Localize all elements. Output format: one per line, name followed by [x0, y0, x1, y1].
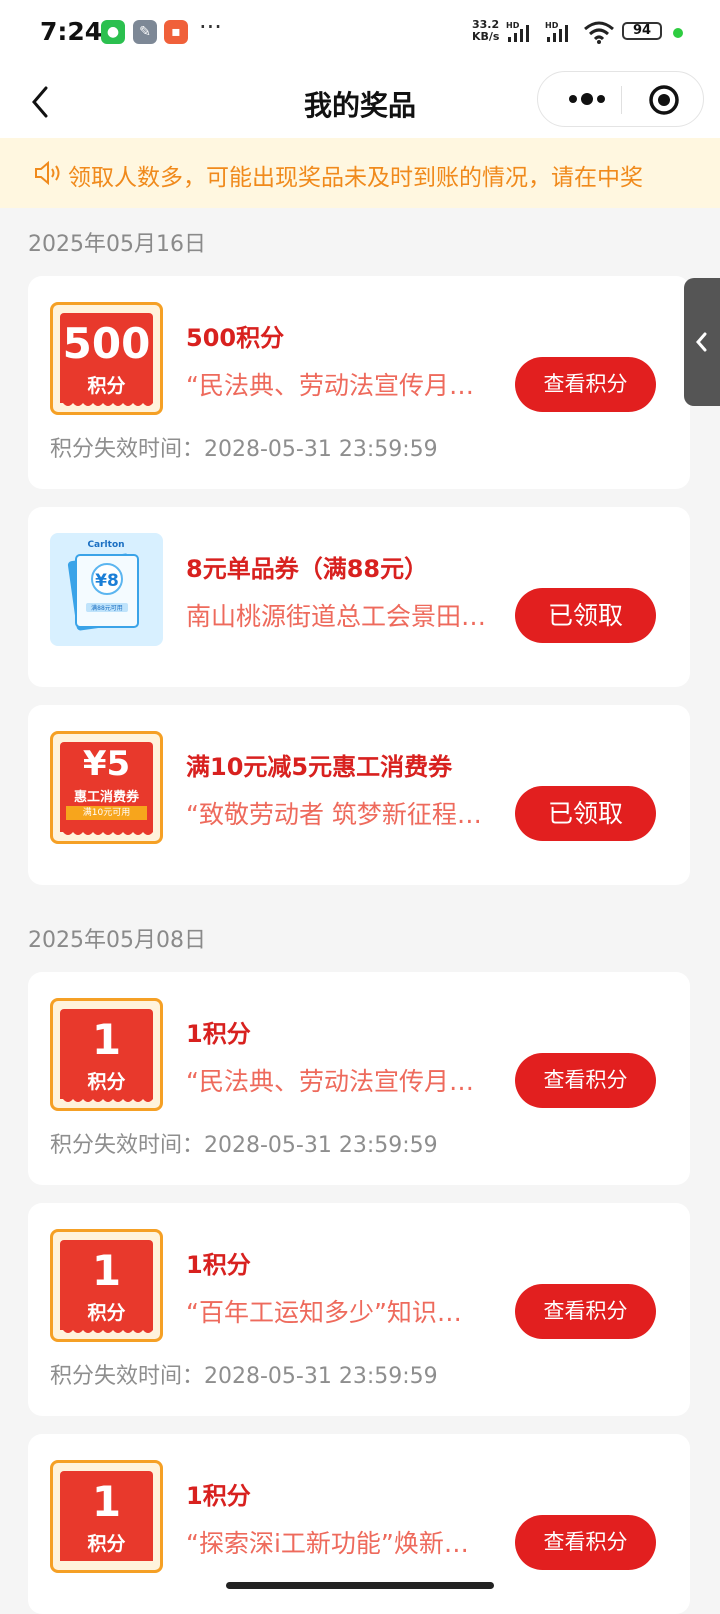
coupon-image: Carlton ¥8 满88元可用: [50, 533, 163, 646]
view-points-button[interactable]: 查看积分: [515, 357, 656, 412]
more-dots-icon[interactable]: [563, 87, 611, 111]
prize-title: 1积分: [186, 1251, 251, 1279]
battery-icon: 94: [622, 22, 662, 40]
app-icon: ▪: [164, 20, 188, 44]
scallop-edge: [60, 399, 153, 406]
net-speed: 33.2 KB/s: [472, 19, 499, 43]
badge-number: 1: [91, 1015, 122, 1064]
badge-number: 1: [91, 1246, 122, 1295]
badge-unit: 惠工消费券: [73, 790, 139, 805]
nav-bar: 我的奖品: [0, 66, 720, 138]
notice-text: 领取人数多，可能出现奖品未及时到账的情况，请在中奖: [68, 165, 643, 191]
coupon-illustration: Carlton ¥8 满88元可用: [67, 540, 139, 631]
badge-unit: 积分: [87, 1071, 126, 1093]
badge-number: ¥5: [82, 744, 131, 784]
status-time: 7:24: [40, 17, 103, 46]
expiry-text: 积分失效时间：2028-05-31 23:59:59: [50, 437, 438, 462]
prize-card: Carlton ¥8 满88元可用 8元单品券（满88元） 南山桃源街道总工会景…: [28, 507, 690, 687]
badge-number: 1: [91, 1477, 122, 1526]
signal-1-label: HD: [506, 21, 520, 30]
speaker-icon: [35, 160, 60, 186]
prize-title: 1积分: [186, 1482, 251, 1510]
badge-number: 500: [62, 319, 151, 368]
capsule-divider: [621, 86, 622, 114]
scallop-edge: [60, 1326, 153, 1333]
points-badge: 1 积分: [50, 998, 163, 1111]
claimed-button[interactable]: 已领取: [515, 588, 656, 643]
status-more-icon: ···: [199, 13, 222, 41]
badge-unit: 积分: [87, 375, 126, 397]
prize-card: 1 积分 1积分 “百年工运知多少”知识… 查看积分 积分失效时间：2028-0…: [28, 1203, 690, 1416]
prize-source: “民法典、劳动法宣传月…: [186, 371, 474, 400]
net-speed-unit: KB/s: [472, 30, 500, 43]
view-points-button[interactable]: 查看积分: [515, 1515, 656, 1570]
prize-card: 500 积分 500积分 “民法典、劳动法宣传月… 查看积分 积分失效时间：20…: [28, 276, 690, 489]
view-points-button[interactable]: 查看积分: [515, 1053, 656, 1108]
coupon-value: ¥8: [95, 571, 119, 591]
mini-program-capsule: [537, 71, 704, 127]
privacy-dot: [673, 28, 683, 38]
prize-card: ¥5 惠工消费券 满10元可用 满10元减5元惠工消费券 “致敬劳动者 筑梦新征…: [28, 705, 690, 885]
wechat-icon: ●: [101, 20, 125, 44]
date-header: 2025年05月16日: [28, 232, 206, 257]
chevron-left-icon: [696, 332, 707, 352]
signal-2-label: HD: [545, 21, 559, 30]
badge-note: 满10元可用: [66, 806, 147, 820]
expiry-text: 积分失效时间：2028-05-31 23:59:59: [50, 1133, 438, 1158]
expiry-text: 积分失效时间：2028-05-31 23:59:59: [50, 1364, 438, 1389]
prize-title: 500积分: [186, 324, 285, 352]
prize-title: 1积分: [186, 1020, 251, 1048]
badge-unit: 积分: [87, 1533, 126, 1555]
wrench-icon: ✎: [133, 20, 157, 44]
date-header: 2025年05月08日: [28, 928, 206, 953]
scallop-edge: [60, 828, 153, 835]
coupon-footer: 满88元可用: [91, 604, 123, 612]
points-badge: 1 积分: [50, 1460, 163, 1573]
home-indicator[interactable]: [226, 1582, 494, 1589]
view-points-button[interactable]: 查看积分: [515, 1284, 656, 1339]
badge-unit: 积分: [87, 1302, 126, 1324]
prize-source: “探索深i工新功能”焕新…: [186, 1529, 469, 1558]
prize-title: 满10元减5元惠工消费券: [186, 753, 453, 781]
signal-2-icon: HD: [545, 21, 568, 42]
voucher-badge: ¥5 惠工消费券 满10元可用: [50, 731, 163, 844]
claimed-button[interactable]: 已领取: [515, 786, 656, 841]
status-bar: 7:24 ● ✎ ▪ ··· 33.2 KB/s HD HD 94: [0, 0, 720, 66]
notice-banner: 领取人数多，可能出现奖品未及时到账的情况，请在中奖: [0, 138, 720, 208]
prize-source: “致敬劳动者 筑梦新征程…: [186, 800, 482, 829]
close-target-icon[interactable]: [648, 84, 680, 116]
signal-icon: HD: [506, 21, 529, 42]
coupon-brand: Carlton: [87, 540, 124, 550]
points-badge: 500 积分: [50, 302, 163, 415]
prize-source: “民法典、劳动法宣传月…: [186, 1067, 474, 1096]
points-badge: 1 积分: [50, 1229, 163, 1342]
side-drawer-tab[interactable]: [684, 278, 720, 406]
prize-source: “百年工运知多少”知识…: [186, 1298, 462, 1327]
scallop-edge: [60, 1095, 153, 1102]
prize-source: 南山桃源街道总工会景田…: [186, 602, 487, 631]
wifi-icon: [584, 21, 614, 44]
prize-title: 8元单品券（满88元）: [186, 555, 429, 583]
prize-card: 1 积分 1积分 “民法典、劳动法宣传月… 查看积分 积分失效时间：2028-0…: [28, 972, 690, 1185]
